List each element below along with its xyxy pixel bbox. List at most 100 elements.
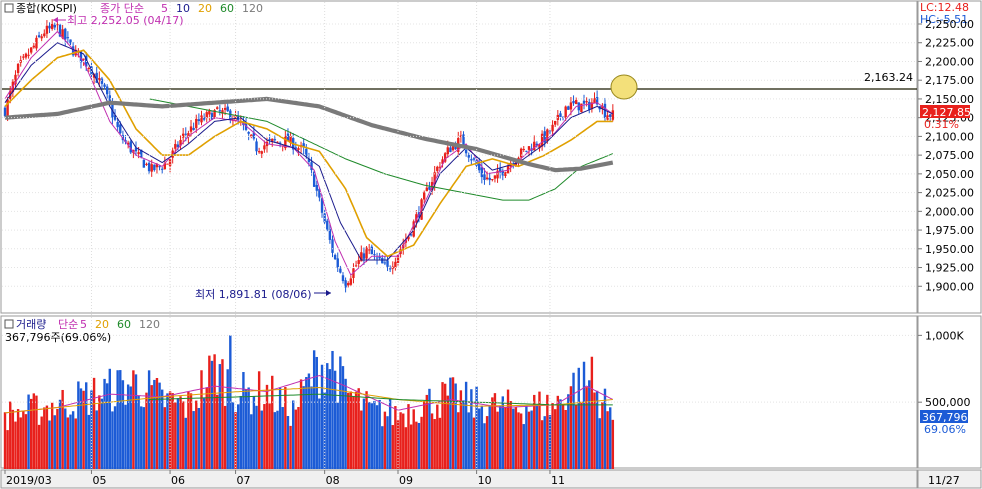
candle-body xyxy=(247,131,250,134)
volume-bar xyxy=(289,425,292,469)
candle-body xyxy=(161,168,164,170)
volume-bar xyxy=(598,418,601,469)
volume-bar xyxy=(457,412,460,469)
volume-bar xyxy=(268,403,271,469)
volume-bar xyxy=(509,401,512,469)
candle-body xyxy=(50,23,54,29)
volume-bar xyxy=(370,403,373,469)
volume-bar xyxy=(514,406,518,469)
candle-body xyxy=(297,148,300,150)
volume-bar xyxy=(103,378,106,469)
volume-bar xyxy=(121,380,125,469)
volume-bar xyxy=(134,374,138,469)
volume-bar xyxy=(192,411,195,469)
volume-bar xyxy=(375,405,379,469)
volume-bar xyxy=(6,430,9,469)
price-axis-label: 2,050.00 xyxy=(925,168,974,181)
candle-body xyxy=(554,120,557,125)
chart-canvas[interactable]: 종합(KOSPI) 종가 단순 5 10 20 60 120 LC:12.48 HC:-5… xyxy=(0,0,982,489)
candle-body xyxy=(168,159,172,167)
volume-bar xyxy=(483,423,486,469)
price-axis-label: 2,200.00 xyxy=(925,55,974,68)
candle-body xyxy=(349,278,353,285)
volume-bar xyxy=(430,413,434,469)
volume-bar xyxy=(412,409,415,469)
volume-bar xyxy=(30,398,33,469)
candle-body xyxy=(423,192,426,200)
volume-bar xyxy=(347,392,350,469)
candle-body xyxy=(82,58,85,60)
volume-legend-item-3: 60 xyxy=(117,318,131,331)
candle-body xyxy=(569,102,573,110)
volume-bar xyxy=(478,408,481,469)
candle-body xyxy=(582,100,586,104)
candle-body xyxy=(119,124,122,134)
volume-bar xyxy=(213,354,216,469)
candle-body xyxy=(260,151,263,154)
candle-body xyxy=(333,254,337,260)
candle-body xyxy=(100,78,104,84)
volume-bar xyxy=(14,421,17,469)
time-axis[interactable] xyxy=(0,469,918,489)
volume-bar xyxy=(352,395,355,469)
volume-bar xyxy=(263,404,266,469)
candle-body xyxy=(386,260,389,267)
volume-bar xyxy=(543,416,546,469)
volume-bar xyxy=(561,404,565,469)
volume-bar xyxy=(181,401,185,469)
price-axis-label: 2,175.00 xyxy=(925,74,974,87)
candle-body xyxy=(470,159,473,161)
volume-bar xyxy=(299,379,303,469)
price-marker[interactable] xyxy=(610,74,638,100)
volume-value-label: 367,796주(69.06%) xyxy=(5,331,111,344)
price-legend-item-4: 60 xyxy=(220,2,234,15)
candle-body xyxy=(347,283,350,286)
candle-body xyxy=(226,106,229,112)
price-legend-item-3: 20 xyxy=(198,2,212,15)
volume-bar xyxy=(11,409,15,469)
volume-bar xyxy=(95,410,98,469)
price-axis-label: 2,150.00 xyxy=(925,93,974,106)
candle-body xyxy=(394,261,397,268)
volume-bar xyxy=(323,392,326,469)
candle-body xyxy=(48,25,51,29)
candle-body xyxy=(527,146,531,150)
candle-body xyxy=(205,112,208,118)
volume-bar xyxy=(551,403,554,469)
candle-body xyxy=(428,186,431,190)
candle-body xyxy=(116,122,119,128)
volume-bar xyxy=(436,404,439,469)
volume-bar xyxy=(567,394,570,469)
price-checkbox[interactable] xyxy=(4,3,14,13)
volume-bar xyxy=(373,400,376,469)
volume-bar xyxy=(64,408,67,469)
volume-bar xyxy=(247,387,250,469)
volume-bar xyxy=(609,407,612,469)
candle-body xyxy=(585,101,588,103)
volume-bar xyxy=(98,395,101,469)
volume-bar xyxy=(208,355,211,469)
volume-bar xyxy=(394,406,397,469)
volume-bar xyxy=(56,408,59,469)
volume-bar xyxy=(200,370,203,469)
volume-bar xyxy=(506,389,510,469)
volume-bar xyxy=(108,368,111,469)
time-axis-label: 2019/03 xyxy=(6,474,52,487)
volume-bar xyxy=(454,383,457,469)
candle-body xyxy=(147,162,151,172)
volume-bar xyxy=(161,389,164,469)
candle-body xyxy=(370,246,373,255)
volume-bar xyxy=(391,425,394,469)
volume-bar xyxy=(446,395,449,469)
volume-bar xyxy=(417,422,421,469)
price-axis-label: 1,925.00 xyxy=(925,262,974,275)
candle-body xyxy=(373,254,376,256)
volume-bar xyxy=(286,416,290,469)
volume-bar xyxy=(210,360,214,469)
volume-bar xyxy=(239,395,242,469)
volume-bar xyxy=(71,411,75,469)
volume-checkbox[interactable] xyxy=(4,319,14,329)
volume-bar xyxy=(367,402,371,469)
candle-body xyxy=(64,28,67,40)
volume-bar xyxy=(40,416,43,469)
